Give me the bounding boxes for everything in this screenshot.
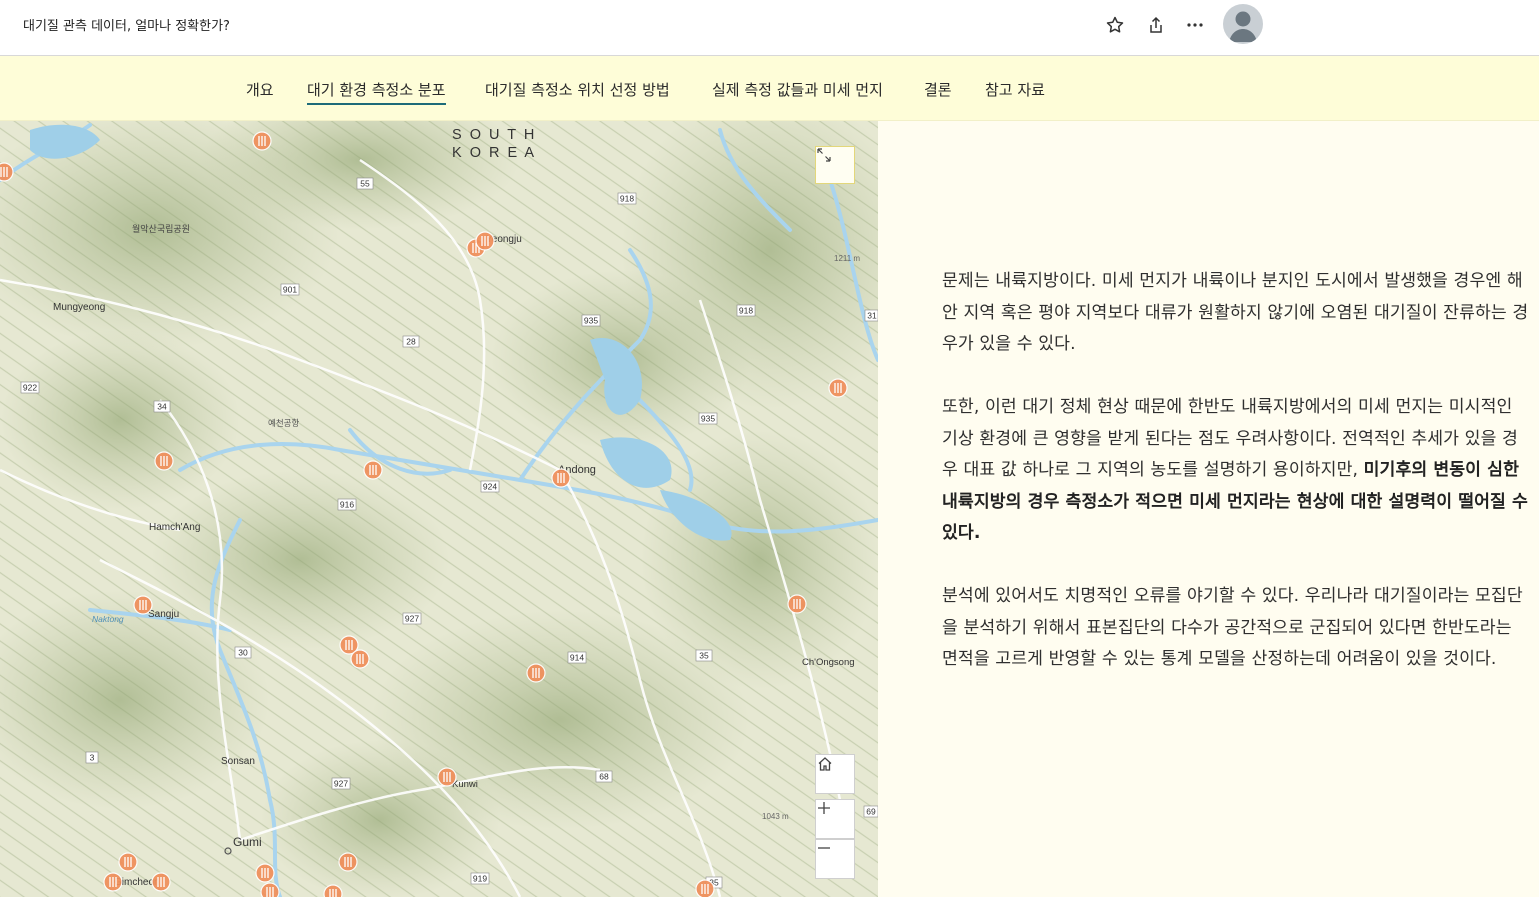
- svg-text:927: 927: [405, 614, 419, 624]
- tab-references[interactable]: 참고 자료: [985, 79, 1045, 100]
- station-marker: [437, 767, 457, 787]
- svg-text:1211 m: 1211 m: [834, 254, 860, 263]
- article-text: 문제는 내륙지방이다. 미세 먼지가 내륙이나 분지인 도시에서 발생했을 경우…: [942, 266, 1532, 707]
- svg-text:K O R E A: K O R E A: [452, 145, 536, 161]
- tab-station-distribution[interactable]: 대기 환경 측정소 분포: [307, 79, 446, 105]
- svg-text:Hamch'Ang: Hamch'Ang: [149, 522, 200, 533]
- station-marker: [551, 468, 571, 488]
- avatar[interactable]: [1223, 4, 1263, 44]
- svg-text:35: 35: [699, 651, 709, 661]
- svg-text:935: 935: [584, 316, 598, 326]
- station-map[interactable]: 55 918 901 935 918 28 922 34 935 924 916…: [0, 121, 878, 897]
- svg-text:30: 30: [238, 648, 248, 658]
- station-marker: [787, 594, 807, 614]
- svg-text:3: 3: [90, 753, 95, 763]
- svg-text:Kunwi: Kunwi: [452, 779, 478, 790]
- expand-map-button[interactable]: [815, 146, 855, 184]
- svg-text:924: 924: [483, 482, 497, 492]
- section-nav: 개요 대기 환경 측정소 분포 대기질 측정소 위치 선정 방법 실제 측정 값…: [0, 56, 1539, 121]
- station-marker: [151, 872, 171, 892]
- svg-text:Ch'Ongsong: Ch'Ongsong: [802, 657, 855, 668]
- station-marker: [695, 879, 715, 897]
- svg-text:28: 28: [406, 337, 416, 347]
- zoom-out-button[interactable]: [815, 839, 855, 879]
- svg-text:월악산국립공원: 월악산국립공원: [132, 223, 190, 234]
- home-button[interactable]: [815, 754, 855, 794]
- station-marker: [255, 863, 275, 883]
- station-marker: [363, 460, 383, 480]
- svg-text:Sonsan: Sonsan: [221, 756, 255, 767]
- plus-icon: [818, 802, 830, 814]
- station-marker: [323, 884, 343, 897]
- svg-text:1043 m: 1043 m: [762, 812, 789, 821]
- station-marker: [350, 649, 370, 669]
- station-marker: [133, 595, 153, 615]
- svg-text:55: 55: [360, 179, 370, 189]
- svg-text:918: 918: [620, 194, 634, 204]
- svg-text:S O U T H: S O U T H: [452, 127, 536, 143]
- station-marker: [103, 872, 123, 892]
- story-title: 대기질 관측 데이터, 얼마나 정확한가?: [23, 19, 230, 34]
- svg-text:918: 918: [739, 306, 753, 316]
- more-icon[interactable]: [1182, 12, 1208, 38]
- paragraph-3: 분석에 있어서도 치명적인 오류를 야기할 수 있다. 우리나라 대기질이라는 …: [942, 586, 1523, 669]
- tab-measurements[interactable]: 실제 측정 값들과 미세 먼지: [712, 79, 883, 100]
- minus-icon: [818, 847, 830, 849]
- svg-text:68: 68: [599, 772, 609, 782]
- top-bar: 대기질 관측 데이터, 얼마나 정확한가?: [0, 0, 1539, 56]
- svg-text:914: 914: [570, 653, 584, 663]
- tab-conclusion[interactable]: 결론: [924, 79, 952, 100]
- svg-text:69: 69: [866, 807, 876, 817]
- zoom-in-button[interactable]: [815, 799, 855, 839]
- svg-text:34: 34: [157, 402, 167, 412]
- station-marker: [526, 663, 546, 683]
- star-icon[interactable]: [1102, 12, 1128, 38]
- paragraph-2: 또한, 이런 대기 정체 현상 때문에 한반도 내륙지방에서의 미세 먼지는 미…: [942, 397, 1528, 543]
- svg-text:935: 935: [701, 414, 715, 424]
- svg-text:Naktong: Naktong: [92, 614, 124, 624]
- svg-text:예천공항: 예천공항: [268, 418, 299, 428]
- svg-text:31: 31: [867, 311, 877, 321]
- svg-text:901: 901: [283, 285, 297, 295]
- station-marker: [828, 378, 848, 398]
- paragraph-1: 문제는 내륙지방이다. 미세 먼지가 내륙이나 분지인 도시에서 발생했을 경우…: [942, 271, 1529, 354]
- svg-text:Gumi: Gumi: [233, 835, 262, 849]
- station-marker: [475, 231, 495, 251]
- tab-overview[interactable]: 개요: [246, 79, 274, 100]
- station-marker: [0, 162, 14, 182]
- expand-icon: [817, 148, 831, 162]
- share-icon[interactable]: [1143, 12, 1169, 38]
- station-marker: [118, 852, 138, 872]
- station-marker: [338, 852, 358, 872]
- svg-text:Mungyeong: Mungyeong: [53, 302, 105, 313]
- svg-text:Sangju: Sangju: [148, 609, 179, 620]
- svg-text:927: 927: [334, 779, 348, 789]
- svg-text:919: 919: [473, 874, 487, 884]
- home-icon: [818, 757, 832, 771]
- station-marker: [260, 882, 280, 897]
- svg-text:916: 916: [340, 500, 354, 510]
- station-marker: [252, 131, 272, 151]
- map-canvas: 55 918 901 935 918 28 922 34 935 924 916…: [0, 121, 878, 897]
- svg-text:922: 922: [23, 383, 37, 393]
- tab-site-selection[interactable]: 대기질 측정소 위치 선정 방법: [485, 79, 670, 100]
- station-marker: [154, 451, 174, 471]
